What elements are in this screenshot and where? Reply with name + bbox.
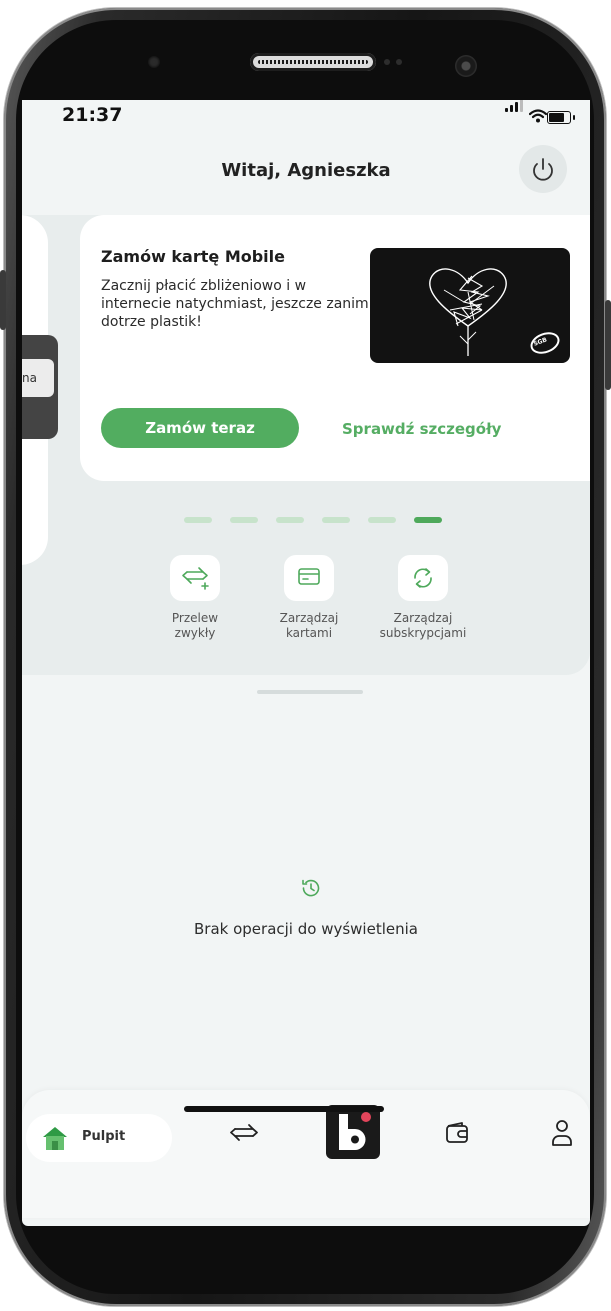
carousel-dot[interactable] <box>322 517 350 523</box>
carousel-dot[interactable] <box>184 517 212 523</box>
carousel-dot[interactable] <box>368 517 396 523</box>
quick-action-label: Zarządzaj subskrypcjami <box>379 611 467 640</box>
transfer-icon[interactable] <box>226 1118 262 1148</box>
page-title: Witaj, Agnieszka <box>221 160 391 181</box>
status-time: 21:37 <box>62 104 123 126</box>
card-icon <box>284 555 334 601</box>
card-image: SGB <box>370 248 570 363</box>
side-tab-label: na <box>22 359 54 397</box>
sensor-dot <box>384 59 390 65</box>
status-bar: 21:37 <box>22 100 590 134</box>
app-screen: 21:37 Witaj, Agnieszka na Zamów kartę Mo… <box>22 100 590 1226</box>
order-now-button[interactable]: Zamów teraz <box>101 408 299 448</box>
sensor-dot <box>396 59 402 65</box>
bank-logo[interactable] <box>326 1105 380 1159</box>
b-logo-icon <box>339 1112 371 1150</box>
check-details-link[interactable]: Sprawdź szczegóły <box>342 420 501 438</box>
history-icon <box>302 879 320 897</box>
refresh-icon <box>398 555 448 601</box>
profile-icon[interactable] <box>550 1118 574 1148</box>
home-indicator[interactable] <box>184 1106 384 1112</box>
power-side-button <box>605 300 611 390</box>
quick-action-label: Zarządzaj kartami <box>279 611 339 640</box>
wallet-icon[interactable] <box>442 1118 472 1148</box>
carousel-dot[interactable] <box>414 517 442 523</box>
nav-item-home[interactable]: Pulpit <box>26 1114 172 1162</box>
volume-button <box>0 270 6 330</box>
nav-home-label: Pulpit <box>82 1129 126 1144</box>
quick-action-label: Przelew zwykły <box>171 611 219 640</box>
front-camera <box>455 55 477 77</box>
promo-title: Zamów kartę Mobile <box>101 247 285 266</box>
home-icon <box>43 1127 67 1150</box>
quick-action-subscriptions[interactable]: Zarządzaj subskrypcjami <box>358 555 488 641</box>
transfer-plus-icon <box>170 555 220 601</box>
battery-icon <box>547 111 575 124</box>
promo-description: Zacznij płacić zbliżeniowo i w interneci… <box>101 278 369 330</box>
card-brand-text: SGB <box>532 336 548 348</box>
carousel-dot[interactable] <box>230 517 258 523</box>
empty-operations-message: Brak operacji do wyświetlenia <box>194 920 418 938</box>
logout-button[interactable] <box>519 145 567 193</box>
promo-card[interactable]: Zamów kartę Mobile Zacznij płacić zbliże… <box>80 215 590 481</box>
earpiece-speaker <box>250 53 376 71</box>
power-icon <box>533 158 553 181</box>
drag-handle[interactable] <box>257 690 363 694</box>
carousel-dot[interactable] <box>276 517 304 523</box>
quick-action-cards[interactable]: Zarządzaj kartami <box>244 555 374 641</box>
side-tab[interactable]: na <box>22 335 58 439</box>
sensor-dot <box>148 56 160 68</box>
quick-action-transfer[interactable]: Przelew zwykły <box>130 555 260 641</box>
wifi-icon <box>529 109 547 123</box>
